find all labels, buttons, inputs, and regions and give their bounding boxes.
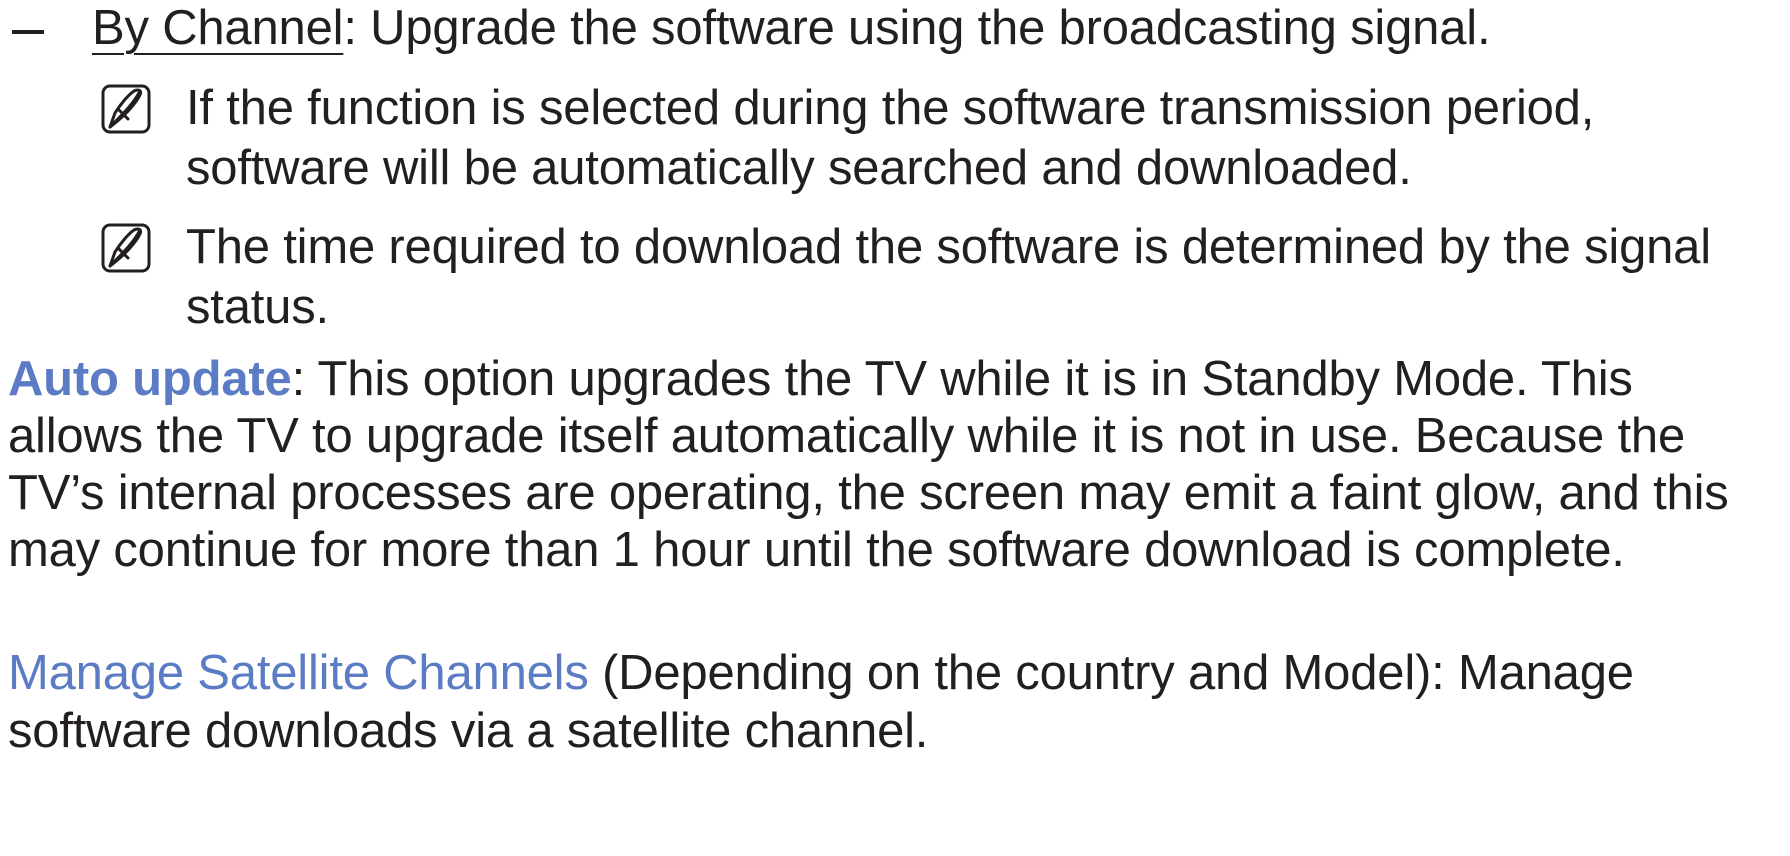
manual-page: By Channel: Upgrade the software using t…	[0, 0, 1790, 856]
dash-bullet	[12, 30, 44, 34]
by-channel-title: By Channel	[92, 1, 344, 55]
note-icon	[101, 84, 151, 134]
by-channel-description: : Upgrade the software using the broadca…	[343, 1, 1491, 55]
auto-update-paragraph: Auto update: This option upgrades the TV…	[8, 351, 1778, 579]
note-icon	[101, 223, 151, 273]
auto-update-term: Auto update	[8, 352, 292, 406]
by-channel-text: By Channel: Upgrade the software using t…	[92, 0, 1491, 57]
manage-satellite-term: Manage Satellite Channels	[8, 646, 589, 700]
note-text: If the function is selected during the s…	[186, 81, 1595, 195]
manage-satellite-paragraph: Manage Satellite Channels (Depending on …	[8, 644, 1778, 760]
note-text: The time required to download the softwa…	[186, 220, 1711, 334]
